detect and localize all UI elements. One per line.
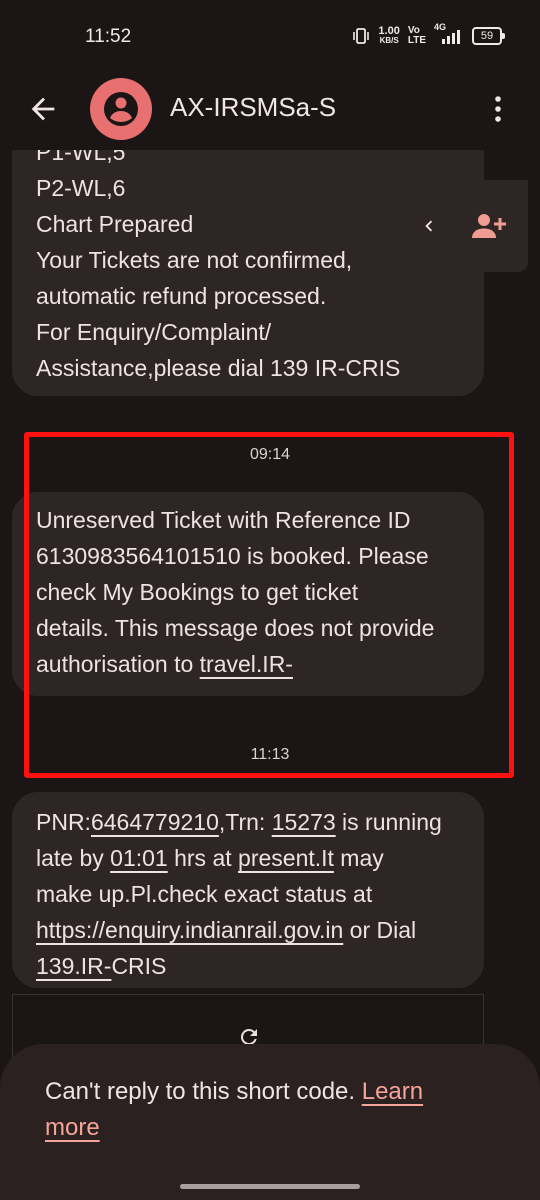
volte-indicator: Vo LTE (407, 25, 426, 46)
avatar[interactable] (90, 78, 152, 140)
message-thread[interactable]: P1-WL,5 P2-WL,6 Chart Prepared Your Tick… (0, 150, 540, 1200)
person-icon (104, 92, 138, 126)
quick-actions (396, 180, 528, 272)
conversation-header: AX-IRSMSa-S (0, 72, 540, 146)
chevron-left-icon[interactable] (418, 215, 440, 237)
gesture-bar[interactable] (180, 1184, 360, 1189)
status-bar: 11:52 1.00 KB/S Vo LTE 4G 59 (0, 0, 540, 72)
message-bubble[interactable]: PNR:6464779210,Trn: 15273 is running lat… (12, 792, 484, 988)
banner-text: Can't reply to this short code. (45, 1078, 362, 1105)
network-speed: 1.00 KB/S (378, 25, 400, 46)
pnr-link[interactable]: 6464779210 (91, 809, 219, 835)
status-icons: 1.00 KB/S Vo LTE 4G 59 (352, 22, 505, 48)
reply-unavailable-banner: Can't reply to this short code. Learn mo… (0, 1044, 540, 1200)
dial-link[interactable]: 139.IR- (36, 953, 111, 979)
train-number-link[interactable]: 15273 (272, 809, 336, 835)
person-add-icon[interactable] (471, 211, 507, 241)
vibrate-icon (353, 28, 370, 44)
present-link[interactable]: present.It (238, 845, 334, 871)
status-time: 11:52 (85, 26, 132, 47)
signal-icon: 4G (434, 22, 464, 46)
highlight-box (24, 432, 514, 778)
more-vert-icon[interactable] (488, 94, 508, 124)
enquiry-url-link[interactable]: https://enquiry.indianrail.gov.in (36, 917, 343, 943)
contact-name[interactable]: AX-IRSMSa-S (170, 92, 336, 123)
battery-icon: 59 (472, 27, 505, 45)
arrow-back-icon[interactable] (26, 92, 60, 126)
delay-link[interactable]: 01:01 (110, 845, 168, 871)
